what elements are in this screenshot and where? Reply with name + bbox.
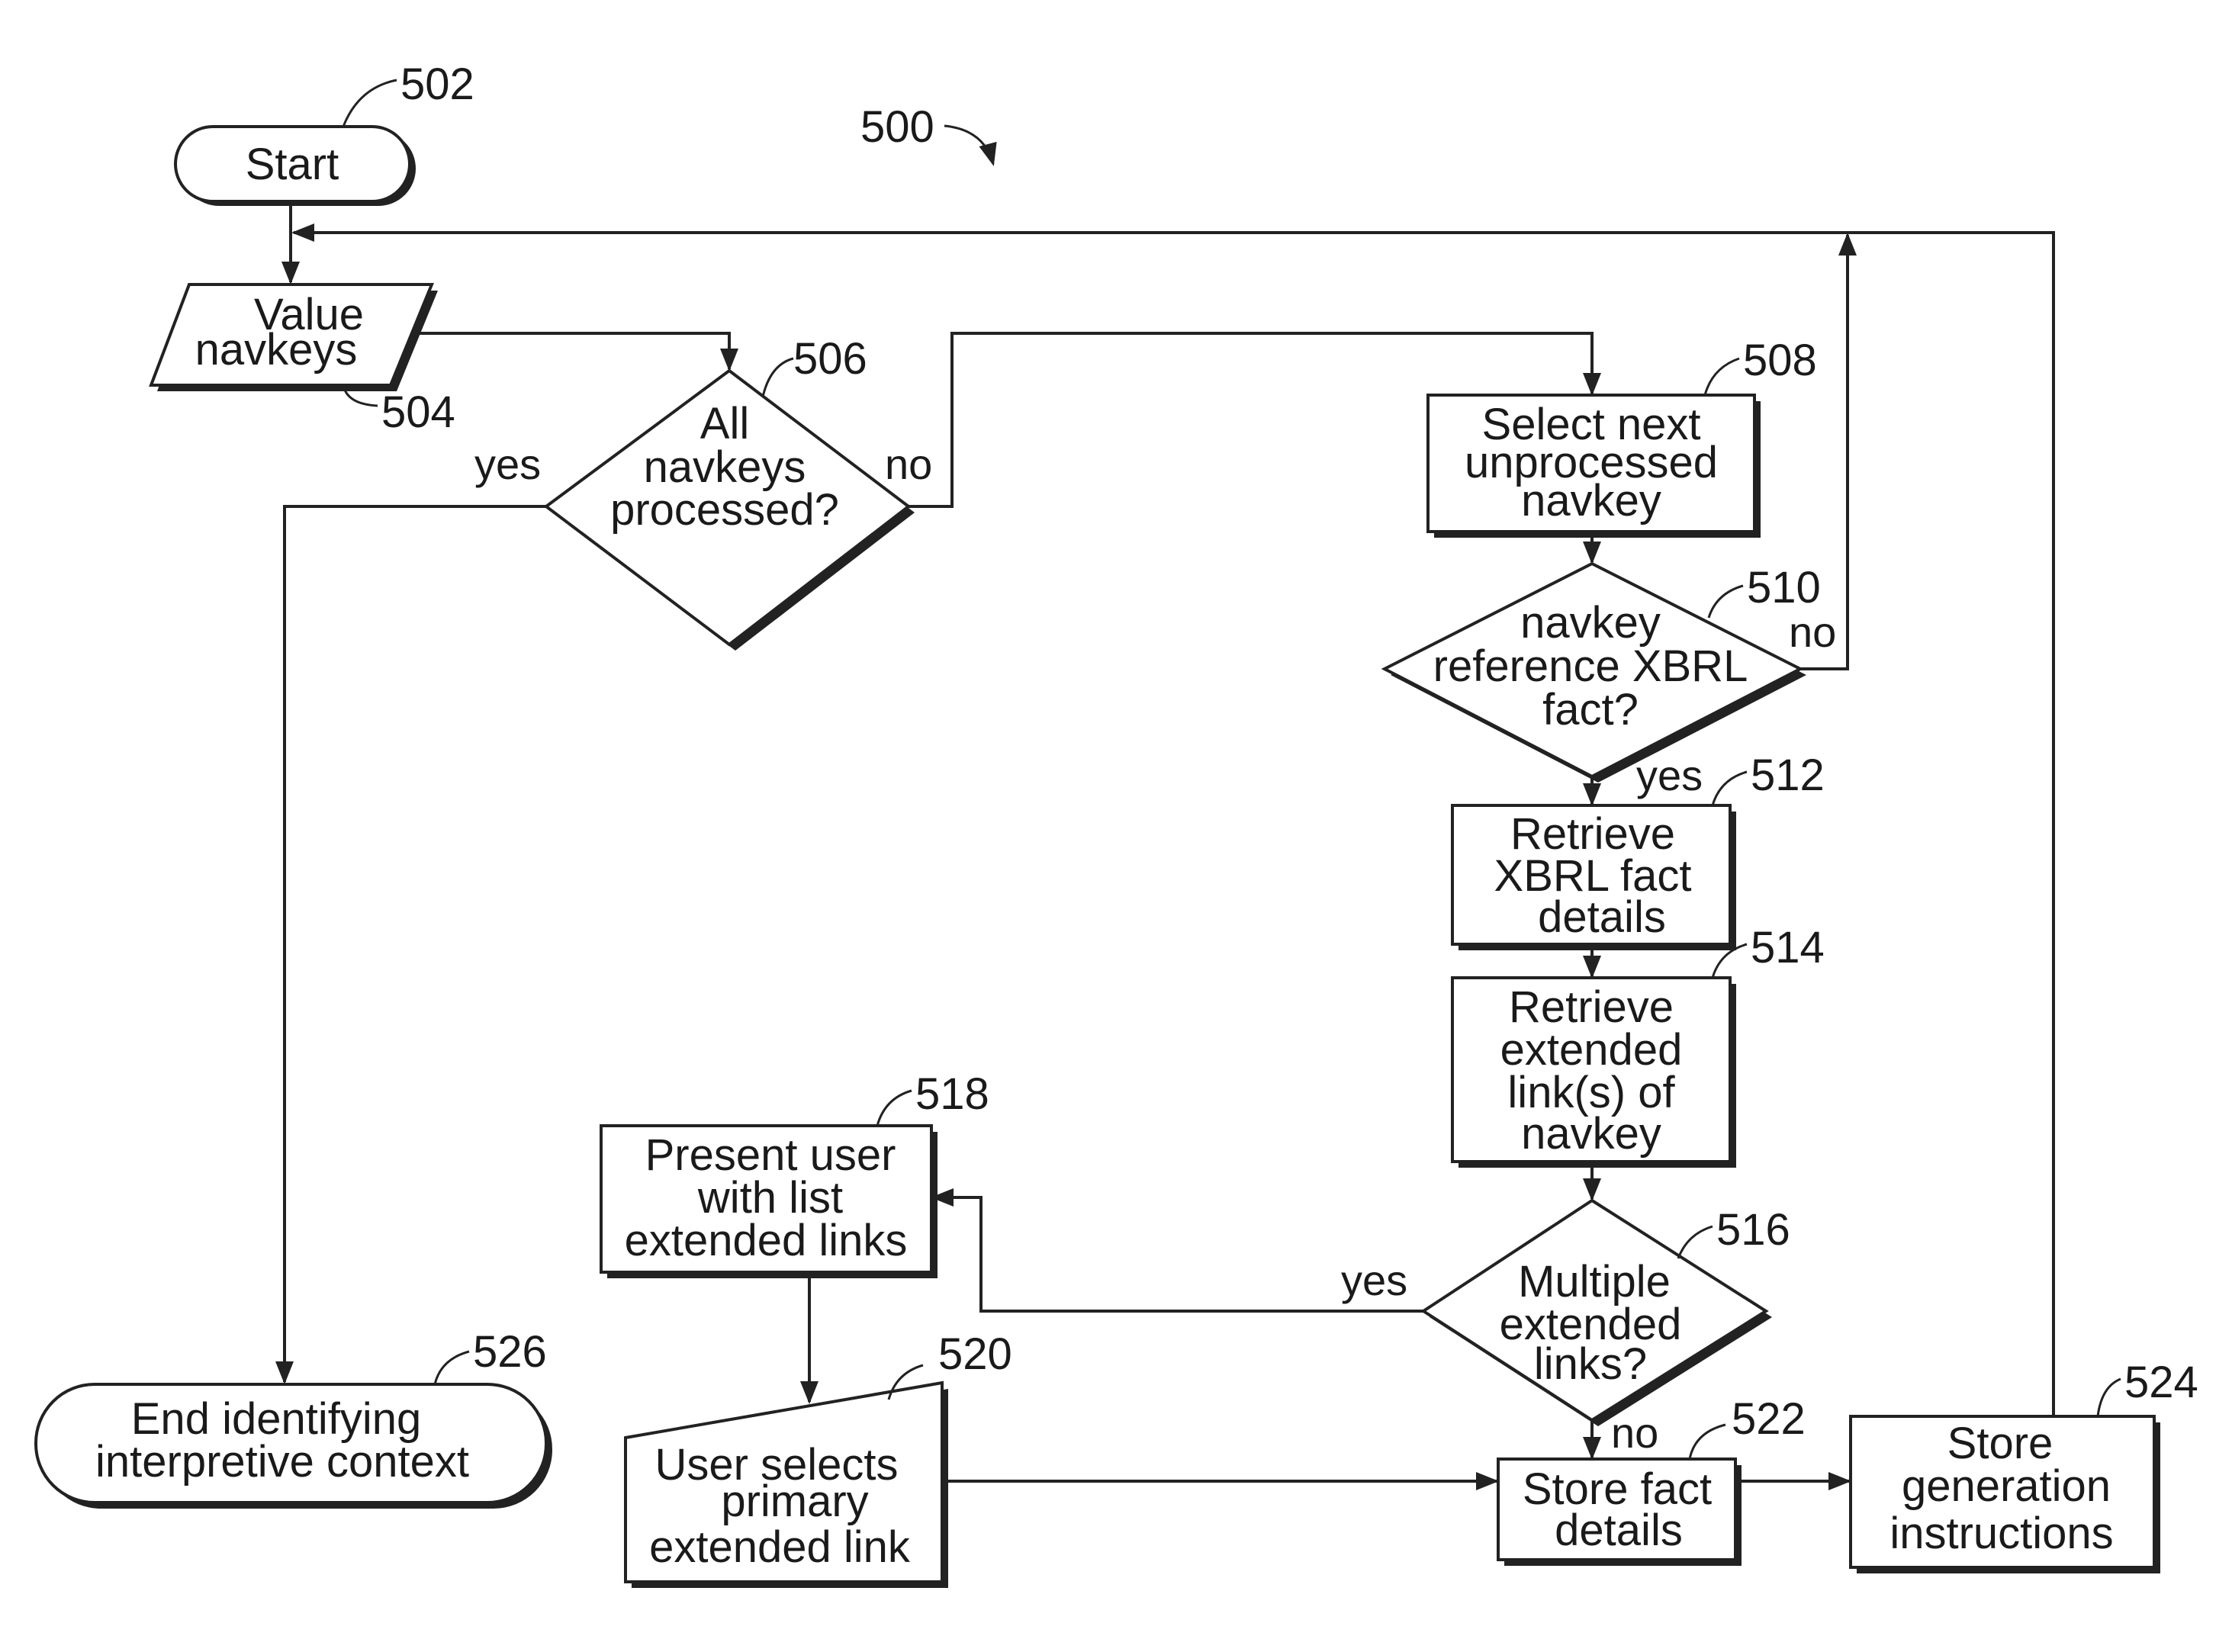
node-user-selects-line-2: primary <box>721 1477 868 1526</box>
node-all-processed-line-3: processed? <box>610 485 839 535</box>
ref-522: 522 <box>1732 1394 1806 1444</box>
node-retrieve-fact: Retrieve XBRL fact details <box>1451 804 1736 950</box>
ref-512: 512 <box>1751 750 1825 800</box>
node-all-processed: All navkeys processed? <box>543 368 915 651</box>
node-retrieve-links: Retrieve extended link(s) of navkey <box>1451 976 1736 1168</box>
node-retrieve-fact-line-3: details <box>1538 892 1666 942</box>
figure-ref-500: 500 <box>860 102 934 152</box>
node-store-instructions-line-2: generation <box>1902 1461 2111 1511</box>
branch-516-no: no <box>1611 1409 1658 1457</box>
node-all-processed-line-1: All <box>700 399 749 448</box>
node-user-selects: User selects primary extended link <box>624 1380 948 1588</box>
node-present-user-line-3: extended links <box>625 1216 908 1265</box>
node-user-selects-line-3: extended link <box>649 1522 911 1572</box>
connector-input-to-506 <box>416 332 738 371</box>
leader-516 <box>1677 1225 1713 1259</box>
ref-518: 518 <box>915 1069 989 1119</box>
ref-520: 520 <box>938 1329 1012 1379</box>
ref-516: 516 <box>1716 1205 1790 1255</box>
leader-506 <box>761 357 794 397</box>
node-retrieve-links-line-4: navkey <box>1521 1109 1661 1159</box>
branch-506-yes: yes <box>474 440 541 488</box>
node-start-label: Start <box>246 140 339 189</box>
node-multiple-links-line-3: links? <box>1534 1339 1647 1389</box>
node-store-fact: Store fact details <box>1497 1458 1742 1566</box>
connector-506-yes <box>275 505 546 1384</box>
ref-510: 510 <box>1747 563 1821 612</box>
leader-526 <box>433 1350 470 1385</box>
node-store-instructions: Store generation instructions <box>1849 1415 2160 1573</box>
leader-508 <box>1703 357 1740 396</box>
node-reference-fact-line-1: navkey <box>1520 598 1661 648</box>
branch-510-yes: yes <box>1636 751 1703 799</box>
node-reference-fact-line-3: fact? <box>1542 685 1639 734</box>
ref-504: 504 <box>381 387 455 437</box>
ref-502: 502 <box>400 59 474 109</box>
branch-516-yes: yes <box>1341 1256 1407 1304</box>
leader-510 <box>1707 584 1744 619</box>
node-select-next-line-3: navkey <box>1521 476 1661 525</box>
leader-522 <box>1688 1423 1726 1460</box>
node-value-navkeys-line-2: navkeys <box>195 325 358 374</box>
leader-524 <box>2096 1377 2121 1417</box>
branch-510-no: no <box>1789 608 1836 656</box>
ref-524: 524 <box>2124 1358 2198 1407</box>
node-reference-fact: navkey reference XBRL fact? <box>1381 561 1806 783</box>
figure-ref-arrow <box>944 124 997 166</box>
ref-514: 514 <box>1751 923 1825 972</box>
node-end-line-2: interpretive context <box>95 1437 469 1486</box>
leader-502 <box>342 79 397 127</box>
ref-508: 508 <box>1743 336 1817 385</box>
ref-506: 506 <box>793 334 867 384</box>
branch-506-no: no <box>885 440 932 488</box>
connectors <box>275 201 2055 1490</box>
leader-518 <box>876 1089 912 1127</box>
node-value-navkeys: Value navkeys <box>149 283 438 391</box>
node-start: Start <box>174 125 416 206</box>
node-present-user: Present user with list extended links <box>600 1124 938 1278</box>
ref-526: 526 <box>473 1327 547 1377</box>
node-select-next: Select next unprocessed navkey <box>1426 394 1761 538</box>
node-end: End identifying interpretive context <box>34 1383 552 1509</box>
node-store-instructions-line-3: instructions <box>1889 1509 2113 1558</box>
node-store-fact-line-2: details <box>1555 1506 1683 1555</box>
flowchart: 500 Start 502 Value navkeys 504 All navk… <box>34 59 2198 1588</box>
leader-512 <box>1711 770 1748 806</box>
node-reference-fact-line-2: reference XBRL <box>1433 641 1748 691</box>
